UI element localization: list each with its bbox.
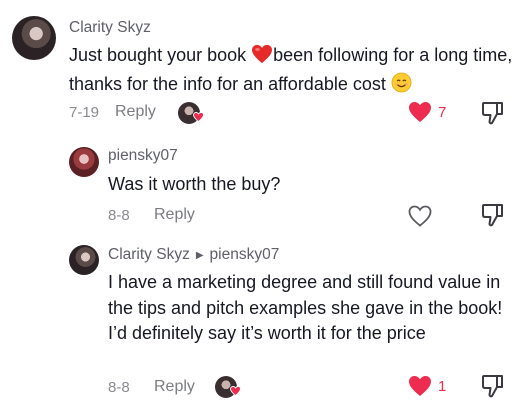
creator-liked-badge: [215, 376, 241, 398]
dislike-button[interactable]: [481, 202, 505, 233]
comment-meta: 8-8 Reply: [108, 378, 195, 396]
smiling-emoji: [391, 72, 412, 101]
like-count: 1: [438, 377, 447, 395]
reply-button[interactable]: Reply: [115, 103, 156, 121]
creator-liked-badge: [178, 102, 204, 124]
like-button[interactable]: [408, 205, 438, 227]
heart-icon: [230, 383, 241, 401]
comment-meta: 7-19 Reply: [69, 103, 156, 121]
comment-3: Clarity Skyz ▶ piensky07 I have a market…: [0, 240, 523, 410]
comment-1: Clarity Skyz Just bought your book been …: [0, 0, 523, 140]
comment-2: piensky07 Was it worth the buy? 8-8 Repl…: [0, 140, 523, 240]
heart-icon: [409, 376, 431, 396]
avatar[interactable]: [69, 147, 99, 177]
comment-text: Just bought your book been following for…: [69, 43, 519, 100]
avatar[interactable]: [12, 16, 56, 60]
red-heart-emoji: [251, 44, 273, 72]
comment-text: I have a marketing degree and still foun…: [108, 272, 503, 343]
reply-button[interactable]: Reply: [154, 378, 195, 396]
dislike-icon: [482, 102, 503, 125]
avatar[interactable]: [69, 245, 99, 275]
dislike-button[interactable]: [481, 373, 505, 404]
like-button[interactable]: 7: [408, 101, 446, 123]
reply-button[interactable]: Reply: [154, 206, 195, 224]
dislike-icon: [482, 204, 503, 227]
heart-icon: [409, 102, 431, 122]
comment-author[interactable]: piensky07: [108, 147, 178, 165]
comment-date: 8-8: [108, 378, 130, 396]
comment-author[interactable]: Clarity Skyz: [69, 19, 151, 37]
dislike-icon: [482, 375, 503, 398]
heart-icon: [408, 205, 432, 227]
comment-text: Was it worth the buy?: [108, 174, 281, 194]
comment-date: 8-8: [108, 206, 130, 224]
heart-icon: [193, 109, 204, 127]
reply-to-author[interactable]: piensky07: [210, 246, 280, 264]
comment-author[interactable]: Clarity Skyz ▶ piensky07: [108, 246, 279, 264]
like-button[interactable]: 1: [408, 375, 446, 397]
comment-meta: 8-8 Reply: [108, 206, 195, 224]
dislike-button[interactable]: [481, 100, 505, 131]
comment-date: 7-19: [69, 103, 100, 121]
like-count: 7: [438, 103, 447, 121]
caret-right-icon: ▶: [195, 249, 204, 261]
